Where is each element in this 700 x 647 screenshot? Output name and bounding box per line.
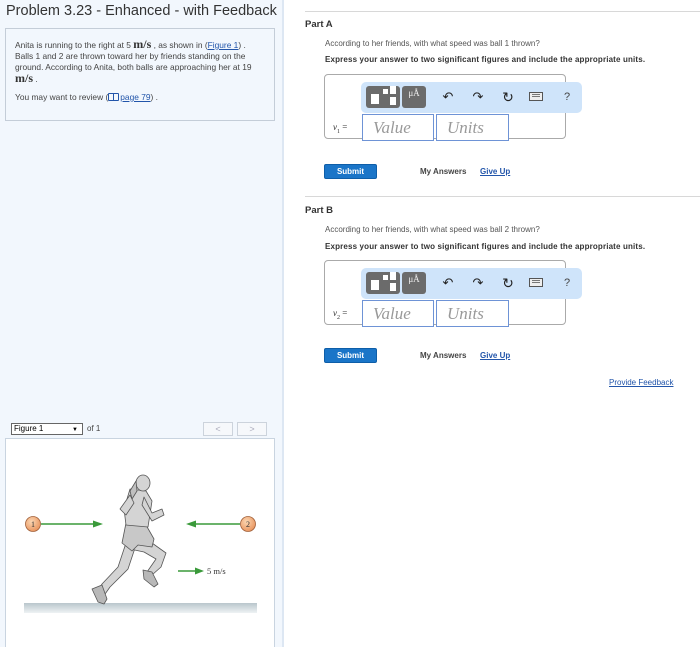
templates-button[interactable]	[366, 272, 400, 294]
variable-label: v2 =	[333, 308, 348, 321]
reset-icon[interactable]: ↻	[500, 89, 516, 105]
problem-statement: Anita is running to the right at 5 m/s ,…	[5, 28, 275, 121]
previous-figure-button[interactable]: <	[203, 422, 233, 436]
runner-speed-label: 5 m/s	[207, 566, 226, 576]
variable-label: v1 =	[333, 122, 348, 135]
part-b-answer-box: μÅ ↶ ↷ ↻ ? v2 =	[324, 260, 582, 327]
runner-figure	[91, 474, 167, 605]
part-a-question: According to her friends, with what spee…	[325, 39, 540, 48]
problem-sidebar: Problem 3.23 - Enhanced - with Feedback …	[0, 0, 284, 647]
math-toolbar: μÅ ↶ ↷ ↻ ?	[361, 268, 582, 299]
review-page-link[interactable]: page 79	[108, 92, 151, 102]
part-b-my-answers[interactable]: My Answers	[420, 351, 466, 360]
value-input[interactable]	[362, 114, 434, 141]
unit-mps: m/s	[15, 71, 33, 85]
redo-icon[interactable]: ↷	[470, 89, 486, 105]
part-b-give-up-link[interactable]: Give Up	[480, 351, 510, 360]
part-a-instruction: Express your answer to two significant f…	[325, 55, 646, 64]
value-input[interactable]	[362, 300, 434, 327]
keyboard-icon[interactable]	[529, 92, 543, 101]
chevron-down-icon: ▼	[72, 427, 78, 433]
figure-count: of 1	[87, 424, 101, 433]
part-b-instruction: Express your answer to two significant f…	[325, 242, 646, 251]
templates-button[interactable]	[366, 86, 400, 108]
svg-text:1: 1	[31, 520, 35, 529]
math-toolbar: μÅ ↶ ↷ ↻ ?	[361, 82, 582, 113]
part-b-question: According to her friends, with what spee…	[325, 225, 540, 234]
undo-icon[interactable]: ↶	[440, 275, 456, 291]
ball-1-velocity-arrow	[41, 520, 103, 528]
part-a-divider	[305, 11, 700, 12]
fraction-template-icon	[371, 280, 379, 290]
undo-icon[interactable]: ↶	[440, 89, 456, 105]
figure-link[interactable]: Figure 1	[208, 40, 239, 50]
figure-illustration: 1 2 5 m/s	[24, 474, 257, 613]
ball-2: 2	[240, 516, 256, 532]
ball-1: 1	[25, 516, 41, 532]
book-icon	[108, 93, 120, 101]
part-a-my-answers[interactable]: My Answers	[420, 167, 466, 176]
runner-velocity-arrow	[178, 567, 204, 575]
ball-2-velocity-arrow	[186, 520, 240, 528]
fraction-template-icon	[371, 94, 379, 104]
reset-icon[interactable]: ↻	[500, 275, 516, 291]
next-figure-button[interactable]: >	[237, 422, 267, 436]
figure-select[interactable]: Figure 1 ▼	[11, 423, 83, 435]
units-button[interactable]: μÅ	[402, 272, 426, 294]
unit-mps: m/s	[133, 37, 152, 51]
units-input[interactable]	[436, 114, 509, 141]
review-text: You may want to review (page 79) .	[15, 92, 158, 102]
keyboard-icon[interactable]	[529, 278, 543, 287]
part-a-answer-box: μÅ ↶ ↷ ↻ ? v1 =	[324, 74, 582, 141]
problem-text: Anita is running to the right at 5 m/s ,…	[15, 37, 252, 85]
provide-feedback-link[interactable]: Provide Feedback	[609, 378, 673, 387]
help-icon[interactable]: ?	[559, 275, 575, 291]
part-a-give-up-link[interactable]: Give Up	[480, 167, 510, 176]
part-b-submit-button[interactable]: Submit	[324, 348, 377, 363]
units-input[interactable]	[436, 300, 509, 327]
part-a-submit-button[interactable]: Submit	[324, 164, 377, 179]
svg-text:2: 2	[246, 520, 250, 529]
redo-icon[interactable]: ↷	[470, 275, 486, 291]
part-b-title: Part B	[305, 205, 333, 216]
figure-navigation: Figure 1 ▼ of 1 < >	[5, 420, 275, 438]
ground	[24, 603, 257, 613]
part-a-title: Part A	[305, 19, 333, 30]
help-icon[interactable]: ?	[559, 89, 575, 105]
part-b-divider	[305, 196, 700, 197]
units-button[interactable]: μÅ	[402, 86, 426, 108]
problem-title: Problem 3.23 - Enhanced - with Feedback	[6, 3, 277, 19]
figure-panel: 1 2 5 m/s	[5, 438, 275, 647]
